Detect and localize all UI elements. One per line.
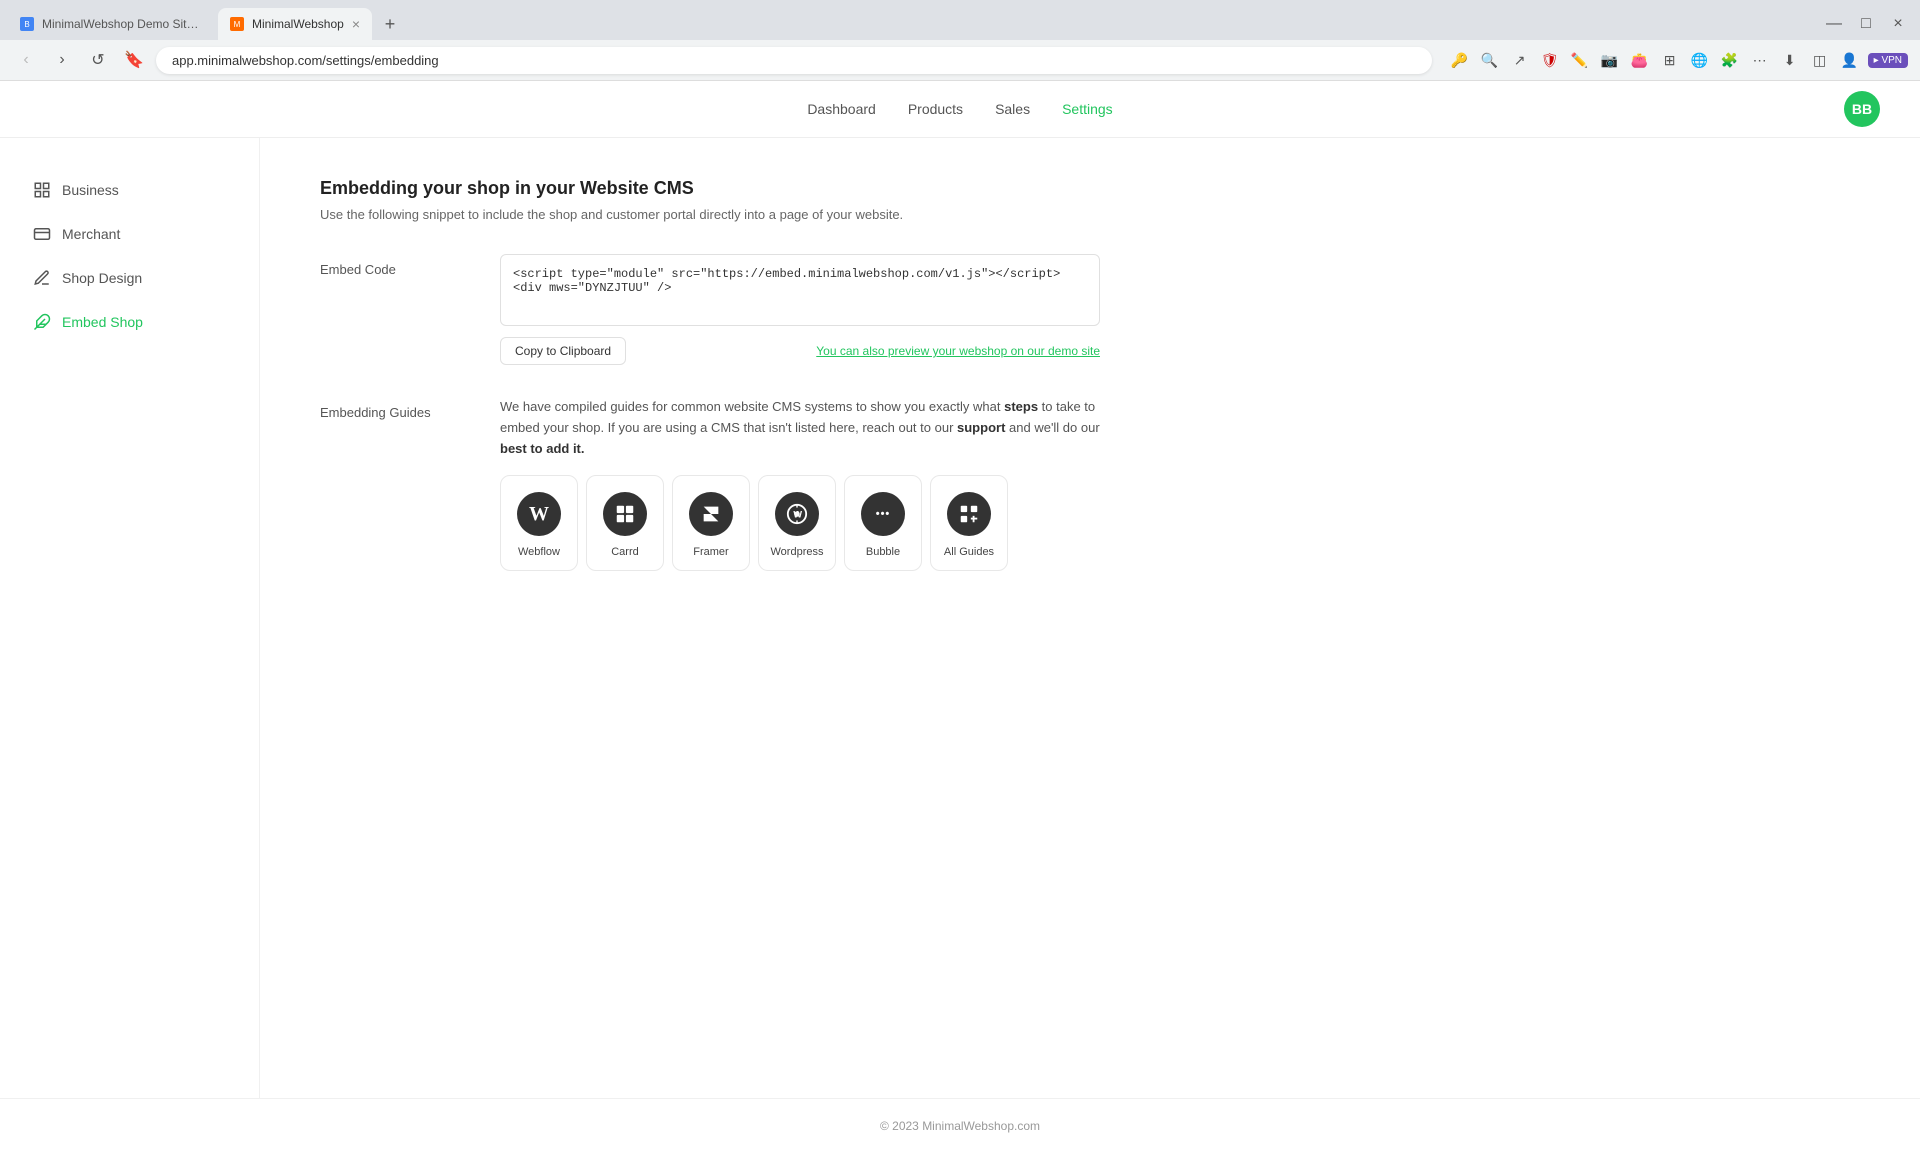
shield-icon: 🛡 [1538,48,1562,72]
guide-bubble[interactable]: ••• Bubble [844,475,922,571]
embed-code-label: Embed Code [320,254,460,365]
nav-sales[interactable]: Sales [995,97,1030,121]
address-input[interactable] [156,47,1432,74]
all-guides-label: All Guides [944,546,994,558]
guide-webflow[interactable]: W Webflow [500,475,578,571]
bubble-label: Bubble [866,546,900,558]
maximize-button[interactable]: □ [1852,10,1880,38]
carrd-label: Carrd [611,546,639,558]
main-layout: Business Merchant Shop Design Embed Shop [0,138,1920,1098]
embed-code-textarea[interactable]: <script type="module" src="https://embed… [500,254,1100,326]
browser-toolbar-icons: 🔑 🔍 ↗ 🛡 ✏️ 📷 👛 ⊞ 🌐 🧩 ⋯ ⬇ ◫ 👤 ▸ VPN [1448,48,1908,72]
webflow-icon: W [517,492,561,536]
search-icon[interactable]: 🔍 [1478,48,1502,72]
guides-description: We have compiled guides for common websi… [500,397,1100,459]
footer-text: © 2023 MinimalWebshop.com [880,1119,1040,1133]
business-icon [32,180,52,200]
tab-1[interactable]: B MinimalWebshop Demo Site | Bubble [8,9,214,39]
main-content: Embedding your shop in your Website CMS … [260,138,1160,1098]
framer-icon [689,492,733,536]
preview-demo-link[interactable]: You can also preview your webshop on our… [816,344,1100,358]
guide-framer[interactable]: Framer [672,475,750,571]
copy-clipboard-button[interactable]: Copy to Clipboard [500,337,626,365]
pencil-icon[interactable]: ✏️ [1568,48,1592,72]
close-button[interactable]: × [1884,10,1912,38]
wordpress-icon: W [775,492,819,536]
forward-button[interactable]: › [48,46,76,74]
all-guides-icon [947,492,991,536]
back-button[interactable]: ‹ [12,46,40,74]
sidebar-item-shop-design[interactable]: Shop Design [20,258,239,298]
profile-icon[interactable]: 👤 [1838,48,1862,72]
sidebar-shop-design-label: Shop Design [62,270,142,286]
share-icon[interactable]: ↗ [1508,48,1532,72]
reload-button[interactable]: ↺ [84,46,112,74]
nav-products[interactable]: Products [908,97,963,121]
tab-1-favicon: B [20,17,34,31]
tab-bar: B MinimalWebshop Demo Site | Bubble M Mi… [0,0,1920,40]
sidebar-embed-shop-label: Embed Shop [62,314,143,330]
more-icon[interactable]: ⋯ [1748,48,1772,72]
merchant-icon [32,224,52,244]
minimize-button[interactable]: — [1820,10,1848,38]
wallet-icon[interactable]: 👛 [1628,48,1652,72]
user-avatar[interactable]: BB [1844,91,1880,127]
guides-label: Embedding Guides [320,397,460,571]
carrd-icon [603,492,647,536]
sidebar-business-label: Business [62,182,119,198]
sidebar-toggle-icon[interactable]: ◫ [1808,48,1832,72]
shop-design-icon [32,268,52,288]
app-footer: © 2023 MinimalWebshop.com [0,1098,1920,1153]
embed-code-row: Embed Code <script type="module" src="ht… [320,254,1100,365]
guide-all[interactable]: All Guides [930,475,1008,571]
sidebar-item-business[interactable]: Business [20,170,239,210]
tab-2-close[interactable]: × [352,16,360,32]
embed-shop-icon [32,312,52,332]
tab-2[interactable]: M MinimalWebshop × [218,8,372,40]
bookmark-button[interactable]: 🔖 [120,46,148,74]
nav-dashboard[interactable]: Dashboard [807,97,876,121]
layout-icon[interactable]: ⊞ [1658,48,1682,72]
guide-carrd[interactable]: Carrd [586,475,664,571]
tab-1-label: MinimalWebshop Demo Site | Bubble [42,17,202,31]
page-description: Use the following snippet to include the… [320,207,1100,222]
tab-2-label: MinimalWebshop [252,17,344,31]
guides-row: Embedding Guides We have compiled guides… [320,397,1100,571]
embed-code-section: Embed Code <script type="module" src="ht… [320,254,1100,365]
embed-code-box: <script type="module" src="https://embed… [500,254,1100,365]
guides-grid: W Webflow Carrd [500,475,1100,571]
vpn-badge[interactable]: ▸ VPN [1868,53,1908,68]
bubble-icon: ••• [861,492,905,536]
guides-content: We have compiled guides for common websi… [500,397,1100,571]
key-icon: 🔑 [1448,48,1472,72]
globe-icon[interactable]: 🌐 [1688,48,1712,72]
new-tab-button[interactable]: + [376,10,404,38]
embed-actions: Copy to Clipboard You can also preview y… [500,337,1100,365]
page-title: Embedding your shop in your Website CMS [320,178,1100,199]
browser-chrome: B MinimalWebshop Demo Site | Bubble M Mi… [0,0,1920,81]
sidebar-item-merchant[interactable]: Merchant [20,214,239,254]
svg-text:W: W [793,510,802,520]
main-nav: Dashboard Products Sales Settings [807,97,1112,121]
wordpress-label: Wordpress [771,546,824,558]
extension-icon[interactable]: 🧩 [1718,48,1742,72]
screenshot-icon[interactable]: 📷 [1598,48,1622,72]
nav-settings[interactable]: Settings [1062,97,1113,121]
address-bar: ‹ › ↺ 🔖 🔑 🔍 ↗ 🛡 ✏️ 📷 👛 ⊞ 🌐 🧩 ⋯ ⬇ ◫ 👤 ▸ V… [0,40,1920,80]
tab-2-favicon: M [230,17,244,31]
embedding-guides-section: Embedding Guides We have compiled guides… [320,397,1100,571]
app-header: Dashboard Products Sales Settings BB [0,81,1920,138]
guide-wordpress[interactable]: W Wordpress [758,475,836,571]
download-icon[interactable]: ⬇ [1778,48,1802,72]
framer-label: Framer [693,546,728,558]
webflow-label: Webflow [518,546,560,558]
sidebar-item-embed-shop[interactable]: Embed Shop [20,302,239,342]
sidebar: Business Merchant Shop Design Embed Shop [0,138,260,1098]
sidebar-merchant-label: Merchant [62,226,120,242]
